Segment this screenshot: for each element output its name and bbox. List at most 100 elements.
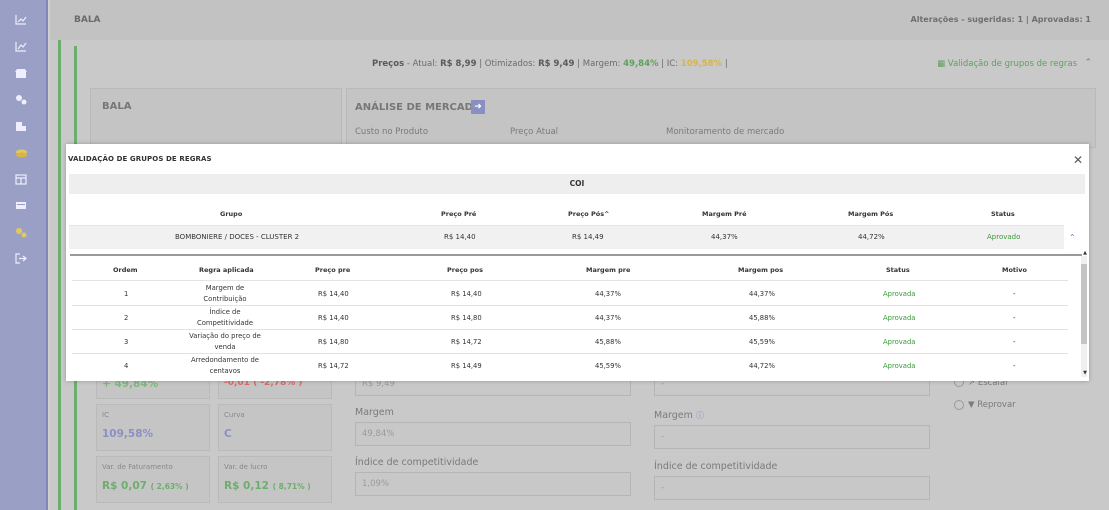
group-status: Aprovado — [987, 233, 1021, 241]
monitoring-label: Monitoramento de mercado — [666, 127, 785, 137]
rule-validation-modal: VALIDAÇÃO DE GRUPOS DE REGRAS ✕ COI Grup… — [66, 144, 1089, 381]
section-title: COI — [569, 179, 585, 188]
col-header-margem-pos[interactable]: Margem Pós — [848, 210, 893, 218]
rule-validation-link[interactable]: ▦ Validação de grupos de regras — [937, 59, 1077, 69]
rule-name: Arredondamento de — [190, 356, 259, 364]
market-card: ANÁLISE DE MERCADO ➜ Custo no Produto Pr… — [346, 88, 1096, 148]
rule-name: Margem de — [205, 284, 245, 292]
thumbs-down-icon: ▼ — [968, 400, 975, 410]
market-title: ANÁLISE DE MERCADO — [355, 102, 482, 113]
group-margem-pre: 44,37% — [711, 233, 738, 241]
col-header-margem-pos[interactable]: Margem pos — [738, 266, 783, 274]
reprovar-radio[interactable] — [954, 400, 964, 410]
scrollbar-thumb[interactable] — [1081, 264, 1087, 344]
stat-card-faturamento: Var. de Faturamento R$ 0,07 ( 2,63% ) — [96, 456, 210, 503]
stat-card-ic: IC 109,58% — [96, 404, 210, 451]
col-header-ordem[interactable]: Ordem — [113, 266, 138, 274]
scroll-down-icon[interactable]: ▼ — [1083, 370, 1087, 376]
arrow-right-icon[interactable]: ➜ — [471, 100, 485, 114]
close-icon[interactable]: ✕ — [1073, 153, 1083, 167]
rule-preco-pos: R$ 14,80 — [451, 314, 482, 322]
section-header: COI — [69, 174, 1085, 194]
table-icon[interactable] — [14, 174, 28, 186]
table-icon: ▦ — [937, 59, 946, 69]
rule-preco-pos: R$ 14,49 — [451, 362, 482, 370]
rule-preco-pre: R$ 14,72 — [318, 362, 349, 370]
rule-motivo: - — [1013, 362, 1016, 370]
market-margem-field[interactable]: - — [654, 425, 930, 449]
preco-atual-label: Preço Atual — [510, 127, 559, 137]
rule-status: Aprovada — [883, 290, 916, 298]
info-icon[interactable]: ⓘ — [696, 411, 704, 420]
coins-icon[interactable] — [14, 148, 28, 160]
modal-title: VALIDAÇÃO DE GRUPOS DE REGRAS — [68, 155, 212, 163]
card-icon[interactable] — [14, 200, 28, 212]
col-header-preco-pos[interactable]: Preço pos — [447, 266, 483, 274]
gears-icon[interactable] — [14, 227, 28, 239]
col-header-preco-pre[interactable]: Preço pre — [315, 266, 350, 274]
group-preco-pre: R$ 14,40 — [444, 233, 476, 241]
col-header-grupo[interactable]: Grupo — [220, 210, 242, 218]
col-header-margem-pre[interactable]: Margem Pré — [702, 210, 747, 218]
chart-line-icon[interactable] — [14, 14, 28, 26]
group-name: BOMBONIERE / DOCES - CLUSTER 2 — [175, 233, 300, 241]
group-preco-pos: R$ 14,49 — [572, 233, 604, 241]
rule-margem-pos: 44,37% — [749, 290, 775, 298]
market-indice-field[interactable]: - — [654, 476, 930, 500]
row-divider — [72, 329, 1068, 330]
rule-preco-pos: R$ 14,40 — [451, 290, 482, 298]
collapse-icon[interactable]: ⌃ — [1084, 58, 1092, 68]
rule-preco-pos: R$ 14,72 — [451, 338, 482, 346]
chart-area-icon[interactable] — [14, 41, 28, 53]
rule-margem-pre: 44,37% — [595, 290, 621, 298]
store-icon[interactable] — [14, 68, 28, 80]
rule-name: Contribuição — [203, 295, 247, 303]
margem-field[interactable]: 49,84% — [355, 422, 631, 446]
margem-label: Margem — [355, 407, 394, 418]
custo-label: Custo no Produto — [355, 127, 429, 137]
rule-order: 1 — [124, 290, 129, 298]
rule-motivo: - — [1013, 314, 1016, 322]
rule-order: 3 — [124, 338, 129, 346]
prices-summary: Preços - Atual: R$ 8,99 | Otimizados: R$… — [372, 59, 728, 69]
col-header-preco-pre[interactable]: Preço Pré — [441, 210, 476, 218]
rule-margem-pos: 45,88% — [749, 314, 775, 322]
logout-icon[interactable] — [14, 253, 28, 265]
settings-icon[interactable] — [14, 94, 28, 106]
rule-name: Competitividade — [196, 319, 253, 327]
row-divider — [72, 280, 1068, 281]
chevron-up-icon[interactable]: ⌃ — [1069, 233, 1076, 242]
card-title: BALA — [102, 101, 132, 112]
col-header-status[interactable]: Status — [991, 210, 1015, 218]
market-margem-label: Margem ⓘ — [654, 410, 704, 421]
indice-label: Índice de competitividade — [355, 457, 479, 468]
building-icon[interactable] — [14, 121, 28, 133]
stat-card-curva: Curva C — [218, 404, 332, 451]
col-header-preco-pos[interactable]: Preço Pós^ — [568, 210, 610, 218]
group-margem-pos: 44,72% — [858, 233, 885, 241]
rule-order: 2 — [124, 314, 129, 322]
rule-preco-pre: R$ 14,80 — [318, 338, 349, 346]
rule-margem-pos: 45,59% — [749, 338, 775, 346]
reprovar-option[interactable]: ▼ Reprovar — [968, 400, 1016, 410]
scroll-up-icon[interactable]: ▲ — [1083, 250, 1087, 256]
indice-field[interactable]: 1,09% — [355, 472, 631, 496]
col-header-margem-pre[interactable]: Margem pre — [586, 266, 630, 274]
col-header-motivo[interactable]: Motivo — [1002, 266, 1027, 274]
rule-margem-pos: 44,72% — [749, 362, 775, 370]
row-divider — [72, 305, 1068, 306]
stat-card-lucro: Var. de lucro R$ 0,12 ( 8,71% ) — [218, 456, 332, 503]
rule-name: venda — [214, 343, 236, 351]
col-header-status[interactable]: Status — [886, 266, 910, 274]
rule-margem-pre: 45,59% — [595, 362, 621, 370]
top-bar: BALA Alterações - sugeridas: 1 | Aprovad… — [50, 0, 1109, 40]
row-divider — [72, 353, 1068, 354]
product-title: BALA — [74, 15, 101, 25]
bala-card: BALA — [90, 88, 342, 148]
rule-motivo: - — [1013, 290, 1016, 298]
col-header-regra[interactable]: Regra aplicada — [199, 266, 254, 274]
market-indice-label: Índice de competitividade — [654, 461, 778, 472]
rule-name: Índice de — [209, 308, 241, 316]
rule-status: Aprovada — [883, 314, 916, 322]
changes-summary: Alterações - sugeridas: 1 | Aprovadas: 1 — [910, 15, 1091, 24]
